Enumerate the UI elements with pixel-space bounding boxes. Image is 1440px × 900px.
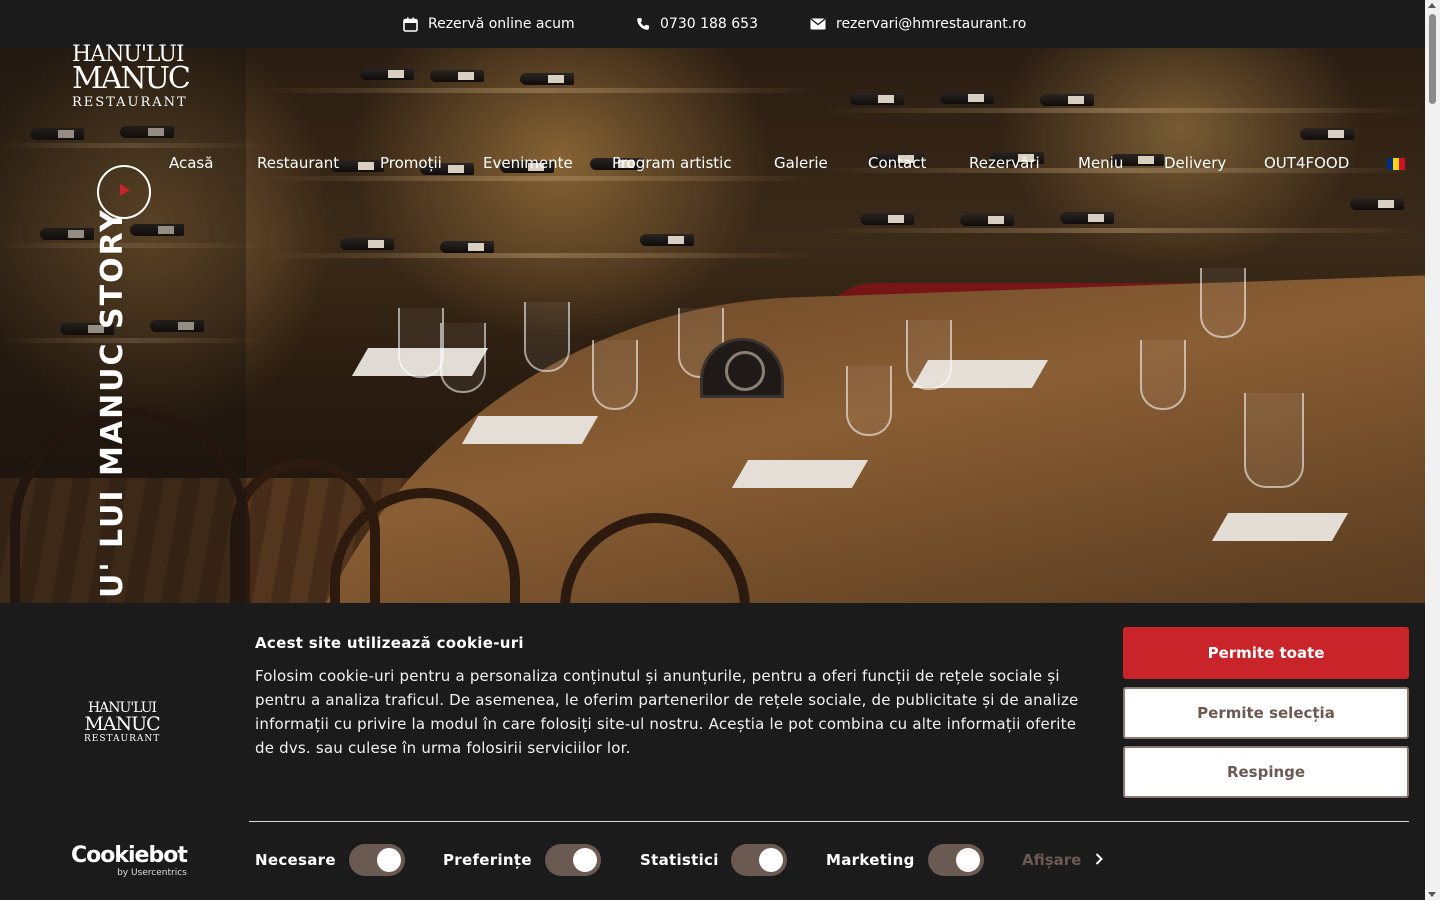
phone-icon xyxy=(636,17,650,31)
romania-flag-icon[interactable] xyxy=(1387,158,1405,170)
chevron-right-icon xyxy=(1095,851,1104,869)
reserve-online-link[interactable]: Rezervă online acum xyxy=(403,0,575,48)
nav-item-restaurant[interactable]: Restaurant xyxy=(257,154,339,172)
nav-item-meniu[interactable]: Meniu xyxy=(1078,154,1123,172)
scroll-down-arrow-icon[interactable] xyxy=(1428,892,1436,897)
top-contact-bar: Rezervă online acum 0730 188 653 rezerva… xyxy=(0,0,1425,48)
small-logo-line-2: MANUC xyxy=(84,713,160,735)
mail-icon xyxy=(810,18,826,30)
allow-all-button[interactable]: Permite toate xyxy=(1123,627,1409,679)
toggle-necesare[interactable] xyxy=(349,844,405,876)
logo-line-2: MANUC xyxy=(72,61,191,96)
scroll-up-arrow-icon[interactable] xyxy=(1428,3,1436,8)
restaurant-logo[interactable]: HANU'LUI MANUC RESTAURANT xyxy=(72,44,191,110)
nav-item-galerie[interactable]: Galerie xyxy=(774,154,828,172)
cookie-divider xyxy=(249,821,1409,822)
nav-item-out4food[interactable]: OUT4FOOD xyxy=(1264,154,1349,172)
small-logo-line-3: RESTAURANT xyxy=(84,734,161,744)
phone-link[interactable]: 0730 188 653 xyxy=(636,0,758,48)
cookie-title: Acest site utilizează cookie-uri xyxy=(255,634,524,652)
toggle-label-necesare: Necesare xyxy=(255,851,336,869)
nav-item-acasa[interactable]: Acasă xyxy=(169,154,213,172)
logo-line-3: RESTAURANT xyxy=(72,95,188,110)
cookie-consent-banner: HANU'LUI MANUC RESTAURANT Acest site uti… xyxy=(0,603,1425,900)
nav-item-evenimente[interactable]: Evenimente xyxy=(483,154,573,172)
cookiebot-byline: by Usercentrics xyxy=(117,868,187,878)
toggle-label-statistici: Statistici xyxy=(640,851,719,869)
toggle-label-marketing: Marketing xyxy=(826,851,915,869)
phone-number: 0730 188 653 xyxy=(660,16,758,32)
cookie-banner-logo: HANU'LUI MANUC RESTAURANT xyxy=(84,701,161,744)
toggle-statistici[interactable] xyxy=(731,844,787,876)
page-scrollbar[interactable] xyxy=(1425,0,1440,900)
cookiebot-logo[interactable]: Cookiebot by Usercentrics xyxy=(71,843,188,879)
nav-item-contact[interactable]: Contact xyxy=(868,154,926,172)
show-details-link[interactable]: Afișare xyxy=(1022,851,1104,869)
nav-item-rezervari[interactable]: Rezervări xyxy=(969,154,1040,172)
play-icon xyxy=(116,182,132,202)
calendar-icon xyxy=(403,17,418,32)
email-address: rezervari@hmrestaurant.ro xyxy=(836,16,1027,32)
nav-item-delivery[interactable]: Delivery xyxy=(1164,154,1226,172)
toggle-label-preferinte: Preferințe xyxy=(443,851,532,869)
cookiebot-name: Cookiebot xyxy=(71,843,188,868)
cookie-description: Folosim cookie-uri pentru a personaliza … xyxy=(255,667,1079,757)
show-details-label: Afișare xyxy=(1022,851,1082,869)
deny-button[interactable]: Respinge xyxy=(1123,746,1409,798)
nav-item-program-artistic[interactable]: Program artistic xyxy=(612,154,732,172)
allow-selection-button[interactable]: Permite selecția xyxy=(1123,687,1409,739)
toggle-marketing[interactable] xyxy=(928,844,984,876)
story-label: U' LUI MANUC STORY xyxy=(95,208,130,598)
email-link[interactable]: rezervari@hmrestaurant.ro xyxy=(810,0,1026,48)
toggle-preferinte[interactable] xyxy=(545,844,601,876)
reserve-online-label: Rezervă online acum xyxy=(428,16,575,32)
scrollbar-thumb[interactable] xyxy=(1429,14,1436,104)
nav-item-promotii[interactable]: Promoții xyxy=(380,154,442,172)
